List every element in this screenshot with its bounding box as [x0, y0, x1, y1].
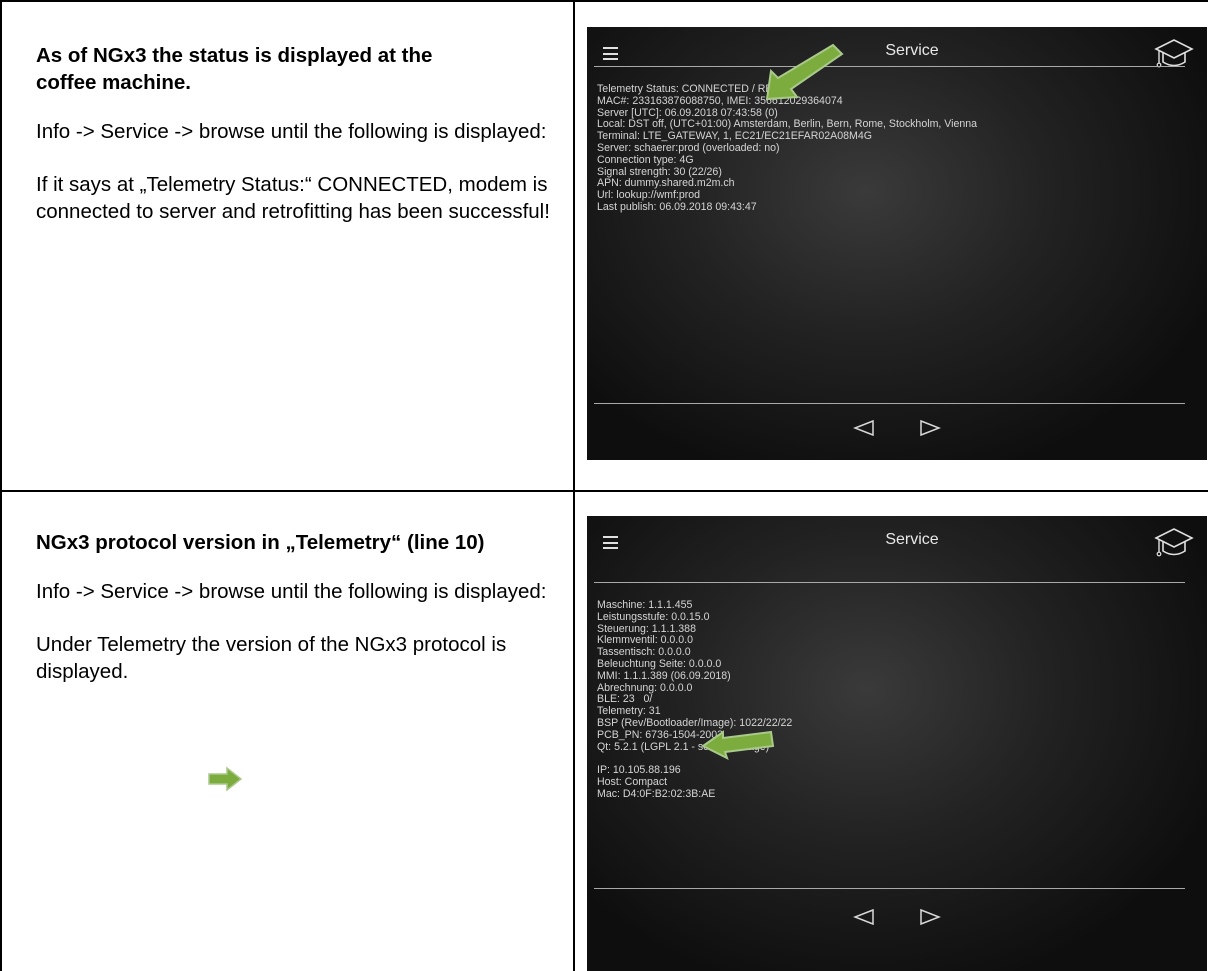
graduation-cap-icon[interactable] [1153, 35, 1195, 73]
screen-header-title: Service [885, 42, 939, 59]
triangle-right-icon[interactable] [919, 419, 941, 437]
table-border-middle [573, 0, 575, 971]
row-2-text-cell: NGx3 protocol version in „Telemetry“ (li… [36, 529, 566, 685]
graduation-cap-icon[interactable] [1153, 524, 1195, 562]
triangle-left-icon[interactable] [853, 419, 875, 437]
triangle-right-icon[interactable] [919, 908, 941, 926]
row-2-result-note: Under Telemetry the version of the NGx3 … [36, 633, 507, 683]
row-1-text-cell: As of NGx3 the status is displayed at th… [36, 42, 566, 225]
screen-line: Last publish: 06.09.2018 09:43:47 [597, 200, 757, 213]
service-screen-versions: Service Maschine: 1.1.1.455 Leistungsstuf… [587, 516, 1207, 971]
header-divider [594, 582, 1185, 583]
header-divider [594, 66, 1185, 67]
table-border-top [0, 0, 1208, 2]
screen-line: Host: Compact [597, 775, 668, 788]
row-2-title: NGx3 protocol version in „Telemetry“ (li… [36, 531, 485, 554]
triangle-left-icon[interactable] [853, 908, 875, 926]
screen-line: Connection type: 4G [597, 153, 694, 166]
screen-line: Server: schaerer:prod (overloaded: no) [597, 141, 780, 154]
row-1-title: As of NGx3 the status is displayed at th… [36, 44, 433, 94]
footer-divider [594, 403, 1185, 404]
green-right-arrow-icon [208, 766, 243, 792]
row-2-instruction: Info -> Service -> browse until the foll… [36, 580, 547, 603]
service-screen-telemetry-status: Service Telemetry Status: CONNECTED / RE… [587, 27, 1207, 460]
footer-divider [594, 888, 1185, 889]
green-pointer-arrow-icon [701, 730, 775, 760]
screen-line: Leistungsstufe: 0.0.15.0 [597, 610, 710, 623]
screen-nav [587, 419, 1207, 437]
row-1-result-note: If it says at „Telemetry Status:“ CONNEC… [36, 173, 550, 223]
screen-line: Beleuchtung Seite: 0.0.0.0 [597, 657, 722, 670]
screen-nav [587, 908, 1207, 926]
green-pointer-arrow-icon [765, 43, 844, 101]
screen-header-title: Service [885, 531, 939, 548]
version-info-lines: Maschine: 1.1.1.455 Leistungsstufe: 0.0.1… [597, 599, 792, 801]
table-row-divider [0, 490, 1208, 492]
row-1-instruction: Info -> Service -> browse until the foll… [36, 120, 547, 143]
table-border-left [0, 0, 2, 971]
screen-line: MMI: 1.1.1.389 (06.09.2018) [597, 669, 731, 682]
screen-line: Mac: D4:0F:B2:02:3B:AE [597, 787, 716, 800]
